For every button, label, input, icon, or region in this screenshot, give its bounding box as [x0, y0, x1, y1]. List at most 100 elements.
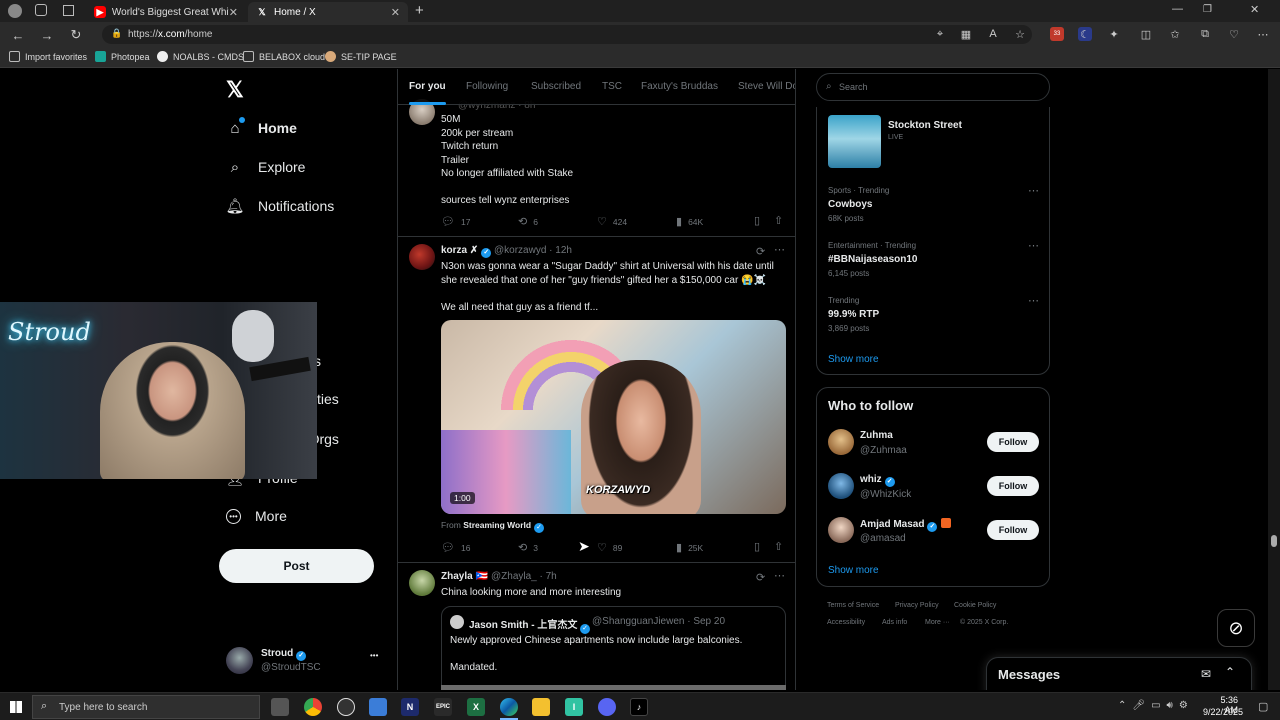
- nav-home[interactable]: ⌂ Home: [226, 117, 297, 137]
- footer-accessibility[interactable]: Accessibility: [827, 619, 865, 626]
- favorite-photopea[interactable]: Photopea: [95, 51, 150, 62]
- profile-icon[interactable]: [8, 4, 22, 18]
- avatar[interactable]: [409, 570, 435, 596]
- taskbar-search-input[interactable]: ⌕ Type here to search: [32, 695, 260, 719]
- post-more-icon[interactable]: ⋯: [774, 569, 785, 582]
- extension-badge-icon[interactable]: 33: [1050, 27, 1064, 41]
- avatar[interactable]: [828, 429, 854, 455]
- apps-icon[interactable]: ▦: [959, 27, 973, 41]
- account-switcher[interactable]: Stroud ✓ @StroudTSC •••: [226, 647, 386, 677]
- share-button[interactable]: ⇧: [774, 214, 789, 227]
- avatar[interactable]: [409, 244, 435, 270]
- quoted-post[interactable]: Jason Smith - 上官杰文 ✓ @ShangguanJiewen · …: [441, 606, 786, 690]
- nav-more[interactable]: ••• More: [226, 508, 287, 524]
- follow-button[interactable]: Follow: [987, 520, 1039, 540]
- favorite-belabox[interactable]: BELABOX cloud: [243, 51, 325, 62]
- extensions-puzzle-icon[interactable]: ✦: [1107, 27, 1121, 41]
- url-field[interactable]: 🔒 https:// x.com /home: [102, 25, 1032, 44]
- notepad-n-icon[interactable]: N: [401, 698, 419, 716]
- store-icon[interactable]: [369, 698, 387, 716]
- like-button[interactable]: ♡ 89: [597, 541, 622, 554]
- favorites-icon[interactable]: ✩: [1168, 27, 1182, 41]
- location-icon[interactable]: ⌖: [933, 27, 947, 41]
- trends-show-more[interactable]: Show more: [828, 354, 879, 365]
- x-logo-icon[interactable]: 𝕏: [226, 77, 244, 103]
- collections-icon[interactable]: ⧉: [1198, 27, 1212, 41]
- trend-more-icon[interactable]: ⋯: [1028, 184, 1039, 197]
- avatar[interactable]: [828, 473, 854, 499]
- grok-icon[interactable]: ⟳: [756, 245, 771, 258]
- edge-icon[interactable]: [500, 698, 518, 716]
- nav-partial-2[interactable]: ties: [317, 391, 339, 407]
- obs-icon[interactable]: [337, 698, 355, 716]
- nav-explore[interactable]: ⌕ Explore: [226, 158, 306, 176]
- chrome-icon[interactable]: [304, 698, 322, 716]
- system-tray[interactable]: ⌃🎤︎▭🔊︎⚙: [1118, 700, 1194, 711]
- avatar[interactable]: [828, 517, 854, 543]
- close-tab-icon[interactable]: ✕: [391, 6, 400, 19]
- repost-button[interactable]: ⟲ 6: [518, 215, 538, 228]
- settings-more-icon[interactable]: ⋯: [1256, 27, 1270, 41]
- forward-icon[interactable]: →: [38, 26, 56, 44]
- live-name[interactable]: Stockton Street: [888, 120, 962, 131]
- file-explorer-icon[interactable]: [532, 698, 550, 716]
- follow-name[interactable]: whiz ✓: [860, 474, 895, 487]
- tab-x-home[interactable]: 𝕏 Home / X ✕: [248, 2, 408, 22]
- nav-notifications[interactable]: 🔔︎ Notifications: [225, 197, 334, 215]
- notification-center-icon[interactable]: ▢: [1258, 700, 1268, 713]
- post-author[interactable]: korza ✗ ✓: [441, 245, 492, 258]
- views-button[interactable]: ▮ 64K: [676, 215, 703, 228]
- post-handle[interactable]: @korzawyd · 12h: [494, 245, 572, 256]
- footer-more[interactable]: More ···: [925, 619, 950, 626]
- tab-actions-icon[interactable]: [63, 5, 74, 16]
- new-tab-icon[interactable]: +: [415, 2, 424, 19]
- page-scrollbar[interactable]: [1268, 69, 1280, 690]
- trend-name[interactable]: Cowboys: [828, 199, 872, 210]
- reply-button[interactable]: 💬︎ 17: [441, 215, 470, 228]
- bookmark-button[interactable]: ▯: [754, 540, 766, 553]
- tiktok-icon[interactable]: ♪: [630, 698, 648, 716]
- views-button[interactable]: ▮ 25K: [676, 541, 703, 554]
- favorite-se-tip[interactable]: SE-TIP PAGE: [325, 51, 397, 62]
- extension-moon-icon[interactable]: ☾: [1078, 27, 1092, 41]
- tab-for-you[interactable]: For you: [409, 81, 446, 105]
- task-view-icon[interactable]: [271, 698, 289, 716]
- minimize-icon[interactable]: —: [1172, 3, 1183, 15]
- scrollbar-thumb[interactable]: [1271, 535, 1277, 547]
- tab-subscribed[interactable]: Subscribed: [531, 81, 581, 92]
- footer-cookie[interactable]: Cookie Policy: [954, 602, 996, 609]
- discord-icon[interactable]: [598, 698, 616, 716]
- bookmark-button[interactable]: ▯: [754, 214, 766, 227]
- expand-chevron-icon[interactable]: ⌃: [1225, 665, 1235, 679]
- tab-youtube[interactable]: ▶ World's Biggest Great White Full ✕: [86, 2, 246, 22]
- refresh-icon[interactable]: ↻: [67, 26, 85, 44]
- grok-button[interactable]: ⊘: [1217, 609, 1255, 647]
- like-button[interactable]: ♡ 424: [597, 215, 627, 228]
- post-video[interactable]: 1:00 KORZAWYD: [441, 320, 786, 514]
- footer-privacy[interactable]: Privacy Policy: [895, 602, 939, 609]
- split-screen-icon[interactable]: ◫: [1139, 27, 1153, 41]
- follow-name[interactable]: Amjad Masad ✓: [860, 518, 952, 532]
- trend-name[interactable]: 99.9% RTP: [828, 309, 879, 320]
- trend-more-icon[interactable]: ⋯: [1028, 294, 1039, 307]
- excel-icon[interactable]: X: [467, 698, 485, 716]
- epic-games-icon[interactable]: EPIC: [434, 698, 452, 716]
- new-message-icon[interactable]: ✉: [1201, 667, 1211, 681]
- close-window-icon[interactable]: ✕: [1250, 3, 1259, 16]
- follow-button[interactable]: Follow: [987, 432, 1039, 452]
- clock-date[interactable]: 9/22/2025: [1203, 707, 1243, 717]
- browser-essentials-icon[interactable]: ♡: [1227, 27, 1241, 41]
- tab-steve-will-do[interactable]: Steve Will Do: [738, 81, 795, 92]
- from-attribution[interactable]: From Streaming World ✓: [441, 520, 545, 533]
- follow-name[interactable]: Zuhma: [860, 430, 893, 441]
- favorite-star-icon[interactable]: ☆: [1013, 27, 1027, 41]
- live-thumbnail[interactable]: [828, 115, 881, 168]
- post-author[interactable]: Zhayla 🇵🇷: [441, 571, 488, 582]
- favorite-noalbs[interactable]: NOALBS - CMDS: [157, 51, 244, 62]
- trend-more-icon[interactable]: ⋯: [1028, 239, 1039, 252]
- favorite-import[interactable]: Import favorites: [9, 51, 87, 62]
- footer-terms[interactable]: Terms of Service: [827, 602, 879, 609]
- back-icon[interactable]: ←: [9, 26, 27, 44]
- share-button[interactable]: ⇧: [774, 540, 789, 553]
- windows-start-icon[interactable]: [10, 701, 22, 713]
